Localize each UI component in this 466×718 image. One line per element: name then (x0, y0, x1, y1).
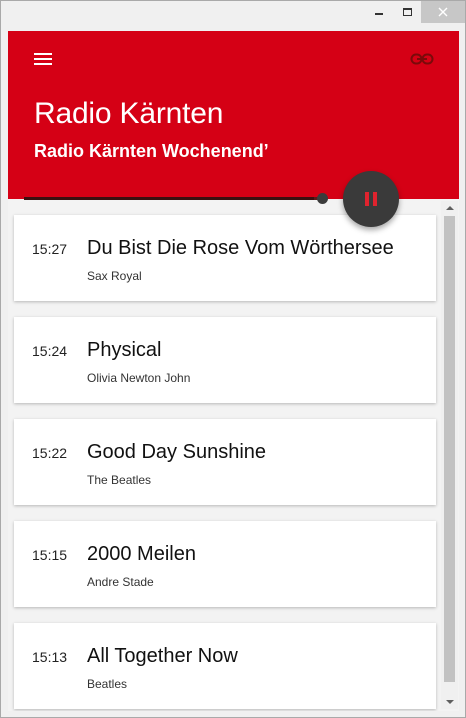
track-title: All Together Now (87, 645, 238, 667)
track-title: Du Bist Die Rose Vom Wörthersee (87, 237, 394, 259)
track-artist: Andre Stade (87, 575, 154, 589)
progress-knob[interactable] (317, 193, 328, 204)
station-title: Radio Kärnten (34, 97, 224, 130)
track-artist: Sax Royal (87, 269, 142, 283)
track-time: 15:22 (32, 445, 68, 461)
play-pause-button[interactable] (343, 171, 399, 227)
minimize-button[interactable] (365, 1, 393, 23)
track-list: 15:27 Du Bist Die Rose Vom Wörthersee Sax … (8, 199, 459, 711)
track-card[interactable]: 15:22 Good Day Sunshine The Beatles (14, 419, 436, 505)
scroll-down-button[interactable] (441, 695, 458, 709)
progress-bar[interactable] (24, 197, 320, 200)
track-title: 2000 Meilen (87, 543, 196, 565)
scrollbar[interactable] (441, 201, 458, 709)
track-time: 15:13 (32, 649, 68, 665)
close-button[interactable] (421, 1, 465, 23)
track-card[interactable]: 15:15 2000 Meilen Andre Stade (14, 521, 436, 607)
close-icon (438, 7, 448, 17)
progress-fill (24, 197, 315, 200)
track-time: 15:15 (32, 547, 68, 563)
track-time: 15:24 (32, 343, 68, 359)
title-bar (1, 1, 465, 31)
track-card[interactable]: 15:24 Physical Olivia Newton John (14, 317, 436, 403)
link-icon[interactable] (410, 51, 434, 67)
station-header: Radio Kärnten Radio Kärnten Wochenend’ (8, 31, 459, 199)
track-title: Physical (87, 339, 162, 361)
track-card[interactable]: 15:27 Du Bist Die Rose Vom Wörthersee Sax … (14, 215, 436, 301)
hamburger-menu-icon[interactable] (34, 53, 54, 67)
app-window: Radio Kärnten Radio Kärnten Wochenend’ 1… (0, 0, 466, 718)
program-title: Radio Kärnten Wochenend’ (34, 141, 269, 161)
track-time: 15:27 (32, 241, 68, 257)
track-artist: The Beatles (87, 473, 152, 487)
maximize-button[interactable] (393, 1, 421, 23)
track-card[interactable]: 15:13 All Together Now Beatles (14, 623, 436, 709)
arrow-down-icon (445, 700, 454, 704)
scroll-thumb[interactable] (444, 216, 455, 682)
scroll-up-button[interactable] (441, 201, 458, 215)
pause-icon (365, 192, 377, 206)
minimize-icon (375, 13, 383, 15)
track-artist: Olivia Newton John (87, 371, 191, 385)
arrow-up-icon (445, 206, 454, 210)
track-artist: Beatles (87, 677, 128, 691)
track-title: Good Day Sunshine (87, 441, 267, 463)
maximize-icon (402, 8, 412, 16)
